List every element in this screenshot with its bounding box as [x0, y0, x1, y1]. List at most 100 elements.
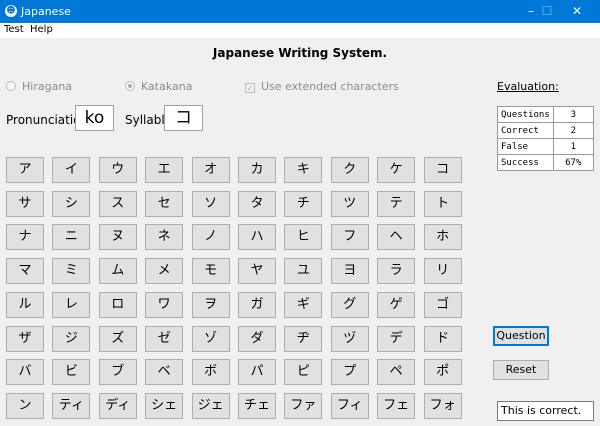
key-button[interactable]: ヅ [330, 325, 369, 352]
extended-checkbox[interactable]: ✓ Use extended characters [245, 80, 399, 93]
key-button[interactable]: ヲ [191, 291, 230, 318]
key-button[interactable]: ネ [145, 224, 184, 251]
key-button[interactable]: サ [6, 190, 44, 217]
syllable-field[interactable]: コ [164, 105, 203, 131]
menu-help[interactable]: Help [30, 24, 53, 35]
key-button[interactable]: ラ [377, 258, 416, 285]
key-button[interactable]: フ [330, 224, 369, 251]
key-button[interactable]: ユ [284, 258, 323, 285]
key-button[interactable]: デ [377, 325, 416, 352]
key-button[interactable]: ノ [191, 224, 230, 251]
key-button[interactable]: カ [238, 157, 276, 183]
key-button[interactable]: ン [6, 392, 44, 419]
key-button[interactable]: ザ [6, 325, 44, 352]
key-button[interactable]: エ [145, 157, 184, 183]
key-button[interactable]: ケ [377, 157, 416, 183]
key-button[interactable]: ボ [191, 359, 230, 386]
key-button[interactable]: フォ [423, 392, 462, 419]
key-button[interactable]: グ [330, 291, 369, 318]
radio-icon [125, 81, 135, 91]
key-button[interactable]: ル [6, 291, 44, 318]
question-button[interactable]: Question [493, 326, 549, 346]
evaluation-label: Correct [497, 122, 554, 139]
key-button[interactable]: ベ [145, 359, 184, 386]
key-button[interactable]: ティ [52, 392, 91, 419]
key-button[interactable]: パ [238, 359, 276, 386]
key-button[interactable]: ツ [330, 190, 369, 217]
key-button[interactable]: チェ [238, 392, 276, 419]
key-button[interactable]: ヨ [330, 258, 369, 285]
evaluation-row: False 1 [497, 138, 594, 155]
menu-test[interactable]: Test [4, 24, 24, 35]
key-button[interactable]: シ [52, 190, 91, 217]
pronunciation-field[interactable]: ko [75, 105, 114, 131]
key-button[interactable]: ゲ [377, 291, 416, 318]
key-button[interactable]: ウ [98, 157, 137, 183]
key-button[interactable]: レ [52, 291, 91, 318]
key-button[interactable]: オ [191, 157, 230, 183]
evaluation-value: 1 [552, 138, 594, 155]
key-button[interactable]: ア [6, 157, 44, 183]
key-button[interactable]: ギ [284, 291, 323, 318]
key-button[interactable]: ファ [284, 392, 323, 419]
key-button[interactable]: イ [52, 157, 91, 183]
reset-button[interactable]: Reset [493, 360, 549, 380]
key-button[interactable]: ヤ [238, 258, 276, 285]
key-button[interactable]: ミ [52, 258, 91, 285]
key-button[interactable]: コ [423, 157, 462, 183]
key-button[interactable]: ト [423, 190, 462, 217]
key-button[interactable]: ジェ [191, 392, 230, 419]
key-button[interactable]: ナ [6, 224, 44, 251]
key-button[interactable]: ゴ [423, 291, 462, 318]
key-button[interactable]: ブ [98, 359, 137, 386]
evaluation-label: False [497, 138, 554, 155]
key-button[interactable]: ピ [284, 359, 323, 386]
key-button[interactable]: ゼ [145, 325, 184, 352]
evaluation-row: Questions 3 [497, 106, 594, 123]
close-button[interactable]: ✕ [554, 0, 600, 23]
key-button[interactable]: シェ [145, 392, 184, 419]
key-button[interactable]: ヒ [284, 224, 323, 251]
key-button[interactable]: ビ [52, 359, 91, 386]
key-button[interactable]: ジ [52, 325, 91, 352]
key-button[interactable]: ヂ [284, 325, 323, 352]
key-button[interactable]: ヘ [377, 224, 416, 251]
key-button[interactable]: モ [191, 258, 230, 285]
key-button[interactable]: ディ [98, 392, 137, 419]
evaluation-row: Correct 2 [497, 122, 594, 139]
key-button[interactable]: ヌ [98, 224, 137, 251]
key-button[interactable]: バ [6, 359, 44, 386]
key-button[interactable]: ク [330, 157, 369, 183]
checkbox-label: Use extended characters [261, 80, 399, 93]
key-button[interactable]: メ [145, 258, 184, 285]
radio-katakana[interactable]: Katakana [125, 80, 192, 93]
key-button[interactable]: プ [330, 359, 369, 386]
key-button[interactable]: ペ [377, 359, 416, 386]
key-button[interactable]: ド [423, 325, 462, 352]
key-button[interactable]: ロ [98, 291, 137, 318]
checkmark-icon: ✓ [245, 83, 255, 93]
key-button[interactable]: フィ [330, 392, 369, 419]
key-button[interactable]: ス [98, 190, 137, 217]
key-button[interactable]: マ [6, 258, 44, 285]
key-button[interactable]: リ [423, 258, 462, 285]
key-button[interactable]: テ [377, 190, 416, 217]
key-button[interactable]: チ [284, 190, 323, 217]
key-button[interactable]: ホ [423, 224, 462, 251]
key-button[interactable]: タ [238, 190, 276, 217]
key-button[interactable]: フェ [377, 392, 416, 419]
title-bar: ☻ Japanese – ☐ ✕ [0, 0, 600, 23]
key-button[interactable]: ソ [191, 190, 230, 217]
radio-hiragana[interactable]: Hiragana [6, 80, 72, 93]
key-button[interactable]: ゾ [191, 325, 230, 352]
key-button[interactable]: ポ [423, 359, 462, 386]
key-button[interactable]: ワ [145, 291, 184, 318]
key-button[interactable]: ズ [98, 325, 137, 352]
key-button[interactable]: ニ [52, 224, 91, 251]
key-button[interactable]: ハ [238, 224, 276, 251]
key-button[interactable]: ダ [238, 325, 276, 352]
key-button[interactable]: セ [145, 190, 184, 217]
key-button[interactable]: キ [284, 157, 323, 183]
key-button[interactable]: ム [98, 258, 137, 285]
key-button[interactable]: ガ [238, 291, 276, 318]
